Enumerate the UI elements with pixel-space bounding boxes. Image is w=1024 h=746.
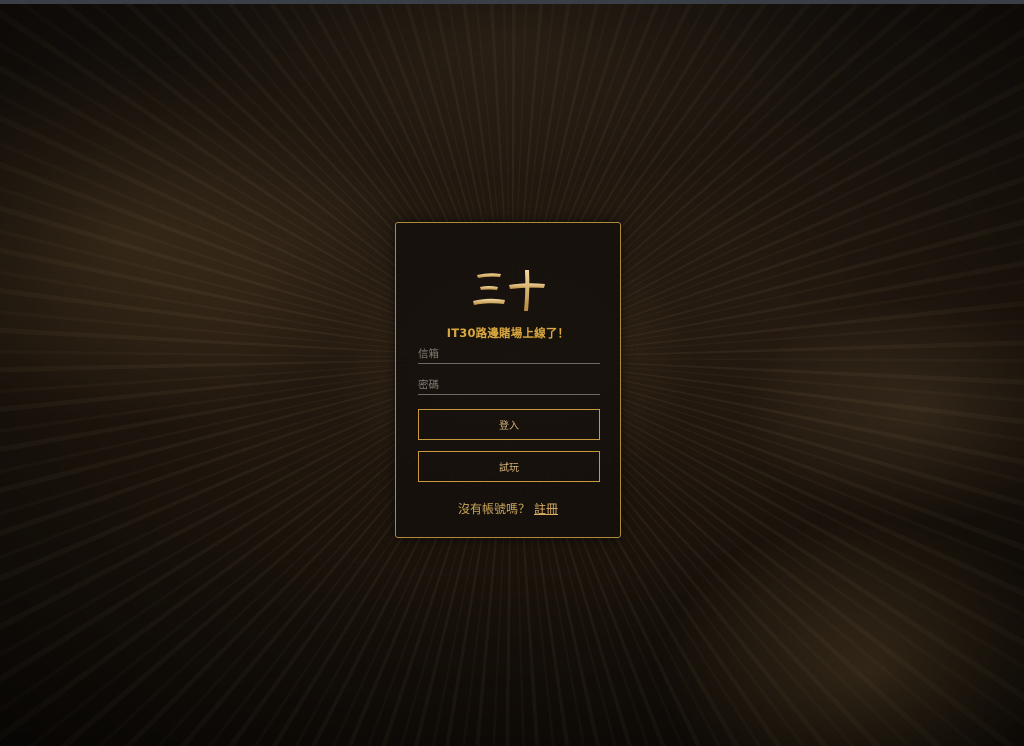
register-prompt: 沒有帳號嗎？ [457, 502, 530, 516]
register-row: 沒有帳號嗎？ 註冊 [396, 500, 620, 517]
login-page: 三十 IT30路邊賭場上線了！ 登入 試玩 沒有帳號嗎？ 註冊 [0, 0, 1024, 746]
tagline: IT30路邊賭場上線了！ [446, 326, 570, 340]
register-link[interactable]: 註冊 [534, 502, 558, 516]
logo: 三十 [473, 270, 545, 311]
login-card: 三十 IT30路邊賭場上線了！ 登入 試玩 沒有帳號嗎？ 註冊 [395, 222, 621, 538]
password-input[interactable] [418, 376, 600, 395]
trial-button[interactable]: 試玩 [418, 451, 600, 482]
top-bar [0, 0, 1024, 4]
email-input[interactable] [418, 345, 600, 364]
login-button[interactable]: 登入 [418, 409, 600, 440]
